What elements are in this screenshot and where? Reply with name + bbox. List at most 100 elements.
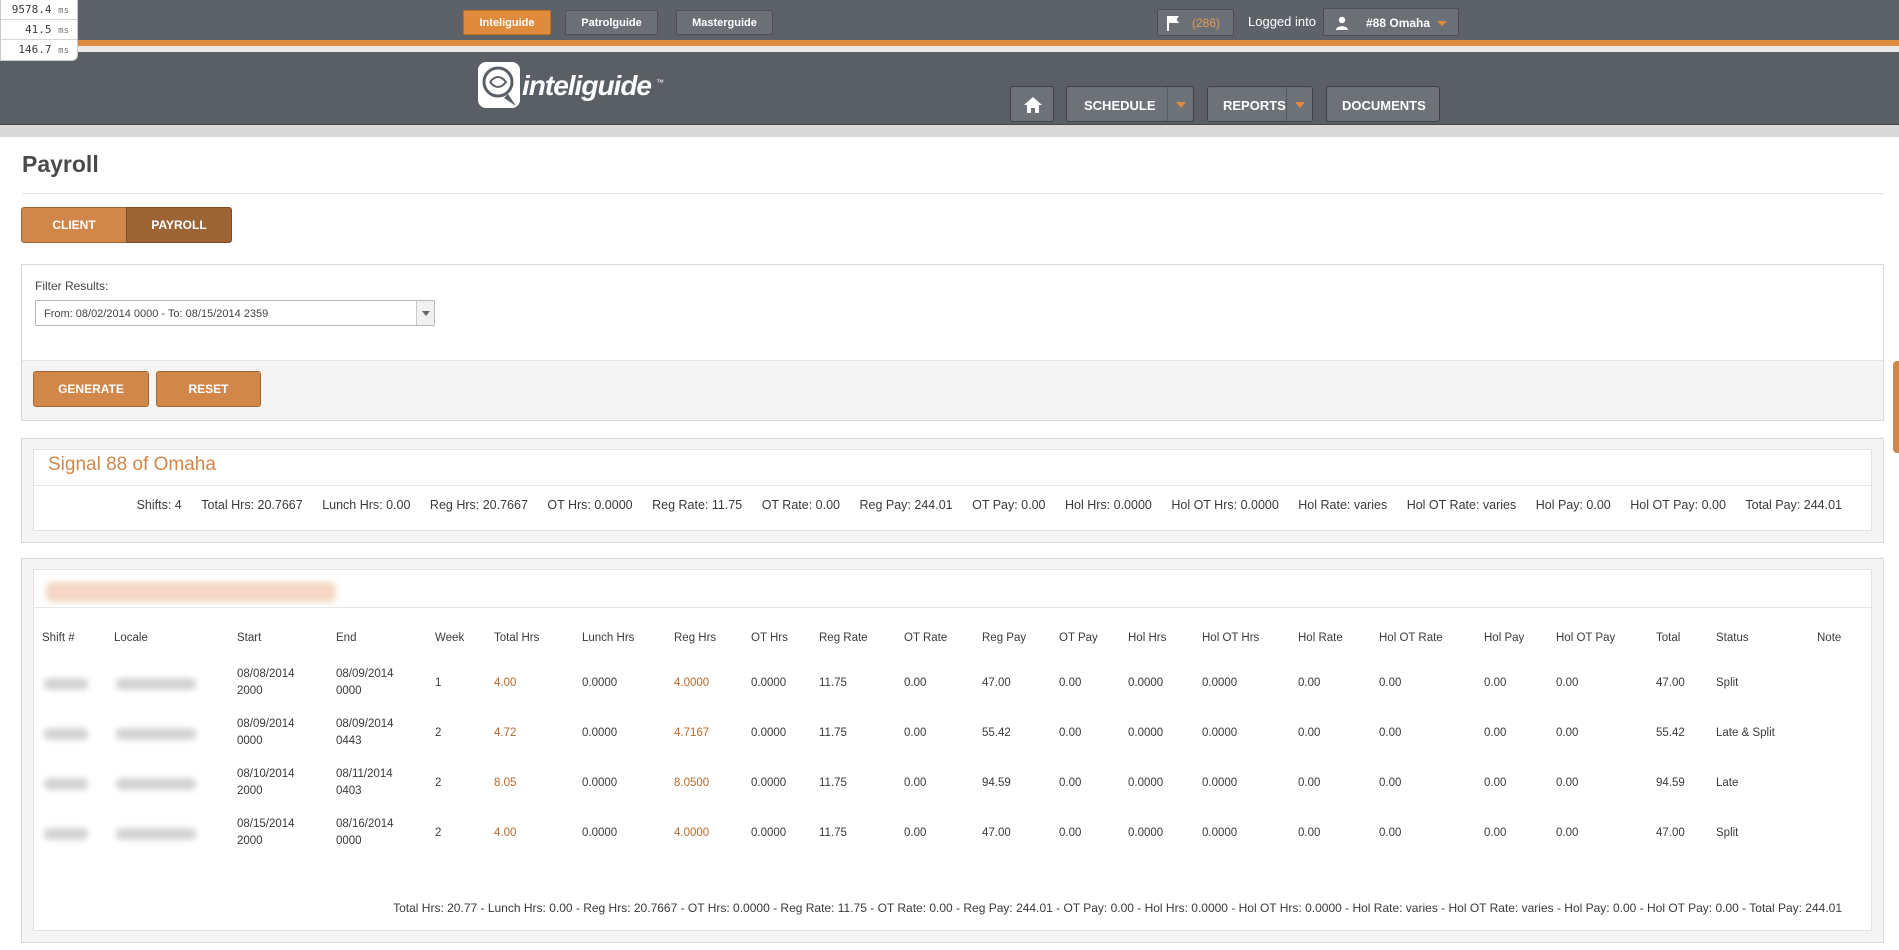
side-feedback-tab[interactable] <box>1893 361 1899 453</box>
table-cell-ot-pay: 0.00 <box>1059 827 1082 839</box>
generate-button[interactable]: GENERATE <box>33 371 149 407</box>
start-time: 2000 <box>237 835 263 847</box>
table-cell-hol-pay: 0.00 <box>1484 827 1507 839</box>
table-cell-week: 1 <box>435 677 442 689</box>
start-time: 2000 <box>237 785 263 797</box>
client-summary-card: Signal 88 of Omaha Shifts: 4 Total Hrs: … <box>33 449 1872 531</box>
summary-divider <box>34 485 1871 486</box>
end-date: 08/09/2014 <box>336 668 394 680</box>
table-cell-hol-rate: 0.00 <box>1298 727 1321 739</box>
table-cell-hol-ot-pay: 0.00 <box>1556 677 1579 689</box>
table-cell-status: Split <box>1716 677 1739 689</box>
user-icon <box>1336 16 1348 30</box>
column-header: Total <box>1656 632 1681 644</box>
logo-mark-icon <box>478 62 520 108</box>
detail-divider <box>34 607 1871 608</box>
table-cell-hol-ot-hrs: 0.0000 <box>1202 827 1238 839</box>
start-date: 08/10/2014 <box>237 768 295 780</box>
schedule-dropdown-toggle[interactable] <box>1167 87 1193 121</box>
summary-stat: Shifts: 4 <box>136 498 182 512</box>
table-cell-hol-pay: 0.00 <box>1484 777 1507 789</box>
redacted-locale <box>116 678 196 690</box>
flag-notifications-button[interactable]: (286) <box>1157 9 1234 36</box>
redacted-shift-number <box>44 778 88 790</box>
table-cell-lunch-hrs: 0.0000 <box>582 727 618 739</box>
date-range-select[interactable]: From: 08/02/2014 0000 - To: 08/15/2014 2… <box>35 300 435 326</box>
table-cell-ot-hrs: 0.0000 <box>751 677 787 689</box>
table-cell-hol-hrs: 0.0000 <box>1128 677 1164 689</box>
table-cell-hol-ot-rate: 0.00 <box>1379 727 1402 739</box>
app-patrolguide-button[interactable]: Patrolguide <box>565 10 658 35</box>
table-cell-week: 2 <box>435 777 442 789</box>
table-cell-ot-hrs: 0.0000 <box>751 827 787 839</box>
perf-timer-1: 9578.4 ms <box>1 0 77 20</box>
table-cell-reg-hrs: 4.0000 <box>674 677 710 689</box>
table-cell-ot-pay: 0.00 <box>1059 777 1082 789</box>
chevron-down-icon <box>416 301 434 325</box>
nav-reports-button[interactable]: REPORTS <box>1207 86 1313 122</box>
table-cell-end: 08/11/2014 0403 <box>336 766 393 800</box>
table-cell-start: 08/10/2014 2000 <box>237 766 295 800</box>
table-cell-total-hrs: 4.72 <box>494 727 517 739</box>
brand-wordmark: inteliguide <box>522 70 652 101</box>
table-cell-total-hrs: 4.00 <box>494 827 517 839</box>
table-cell-total-hrs: 4.00 <box>494 677 517 689</box>
column-header: Shift # <box>42 632 75 644</box>
table-cell-status: Split <box>1716 827 1739 839</box>
perf-timer-3: 146.7 ms <box>18 43 69 56</box>
table-cell-week: 2 <box>435 727 442 739</box>
column-header: Hol OT Hrs <box>1202 632 1260 644</box>
shift-detail-card: Total Hrs: 20.77 - Lunch Hrs: 0.00 - Reg… <box>33 569 1872 931</box>
end-time: 0403 <box>336 785 362 797</box>
column-header: Reg Hrs <box>674 632 717 644</box>
client-name: Signal 88 of Omaha <box>48 454 216 475</box>
summary-stat: Hol Pay: 0.00 <box>1535 498 1611 512</box>
table-cell-ot-rate: 0.00 <box>904 677 927 689</box>
column-header: Status <box>1716 632 1749 644</box>
account-dropdown[interactable]: #88 Omaha <box>1323 8 1459 36</box>
redacted-locale <box>116 778 196 790</box>
table-cell-lunch-hrs: 0.0000 <box>582 777 618 789</box>
summary-stat: Hol OT Pay: 0.00 <box>1630 498 1726 512</box>
table-cell-hol-ot-hrs: 0.0000 <box>1202 777 1238 789</box>
redacted-shift-number <box>44 828 88 840</box>
nav-home-button[interactable] <box>1010 86 1054 122</box>
chevron-down-icon <box>1176 102 1186 108</box>
table-cell-hol-ot-pay: 0.00 <box>1556 727 1579 739</box>
tab-client[interactable]: CLIENT <box>21 207 127 243</box>
nav-documents-button[interactable]: DOCUMENTS <box>1326 86 1440 122</box>
table-cell-reg-hrs: 4.7167 <box>674 727 710 739</box>
brand-logo[interactable]: inteliguide ™ <box>478 60 668 118</box>
redacted-locale <box>116 728 196 740</box>
table-cell-reg-pay: 94.59 <box>982 777 1011 789</box>
nav-schedule-button[interactable]: SCHEDULE <box>1066 86 1194 122</box>
table-cell-status: Late & Split <box>1716 727 1775 739</box>
table-cell-total-hrs: 8.05 <box>494 777 517 789</box>
end-time: 0000 <box>336 685 362 697</box>
column-header: Week <box>435 632 465 644</box>
summary-stat: Reg Pay: 244.01 <box>859 498 953 512</box>
summary-stat: Hol Hrs: 0.0000 <box>1065 498 1152 512</box>
filter-actions: GENERATE RESET <box>22 360 1883 420</box>
summary-stats: Shifts: 4 Total Hrs: 20.7667 Lunch Hrs: … <box>121 498 1842 512</box>
tab-payroll[interactable]: PAYROLL <box>126 207 232 243</box>
reports-dropdown-toggle[interactable] <box>1286 87 1312 121</box>
table-cell-hol-hrs: 0.0000 <box>1128 727 1164 739</box>
table-cell-hol-pay: 0.00 <box>1484 727 1507 739</box>
table-cell-reg-hrs: 4.0000 <box>674 827 710 839</box>
table-cell-hol-hrs: 0.0000 <box>1128 827 1164 839</box>
summary-stat: Reg Rate: 11.75 <box>652 498 743 512</box>
main-content: Payroll CLIENT PAYROLL Filter Results: F… <box>0 137 1899 950</box>
date-range-value: From: 08/02/2014 0000 - To: 08/15/2014 2… <box>44 308 269 320</box>
app-masterguide-button[interactable]: Masterguide <box>676 10 773 35</box>
table-cell-hol-ot-hrs: 0.0000 <box>1202 677 1238 689</box>
table-cell-hol-rate: 0.00 <box>1298 677 1321 689</box>
logged-into-label: Logged into <box>1248 14 1316 29</box>
app-inteliguide-button[interactable]: Inteliguide <box>463 10 551 35</box>
table-cell-reg-rate: 11.75 <box>819 677 847 689</box>
reset-button[interactable]: RESET <box>156 371 261 407</box>
account-name: #88 Omaha <box>1366 16 1431 30</box>
summary-stat: Reg Hrs: 20.7667 <box>429 498 528 512</box>
end-date: 08/11/2014 <box>336 768 393 780</box>
start-time: 2000 <box>237 685 263 697</box>
